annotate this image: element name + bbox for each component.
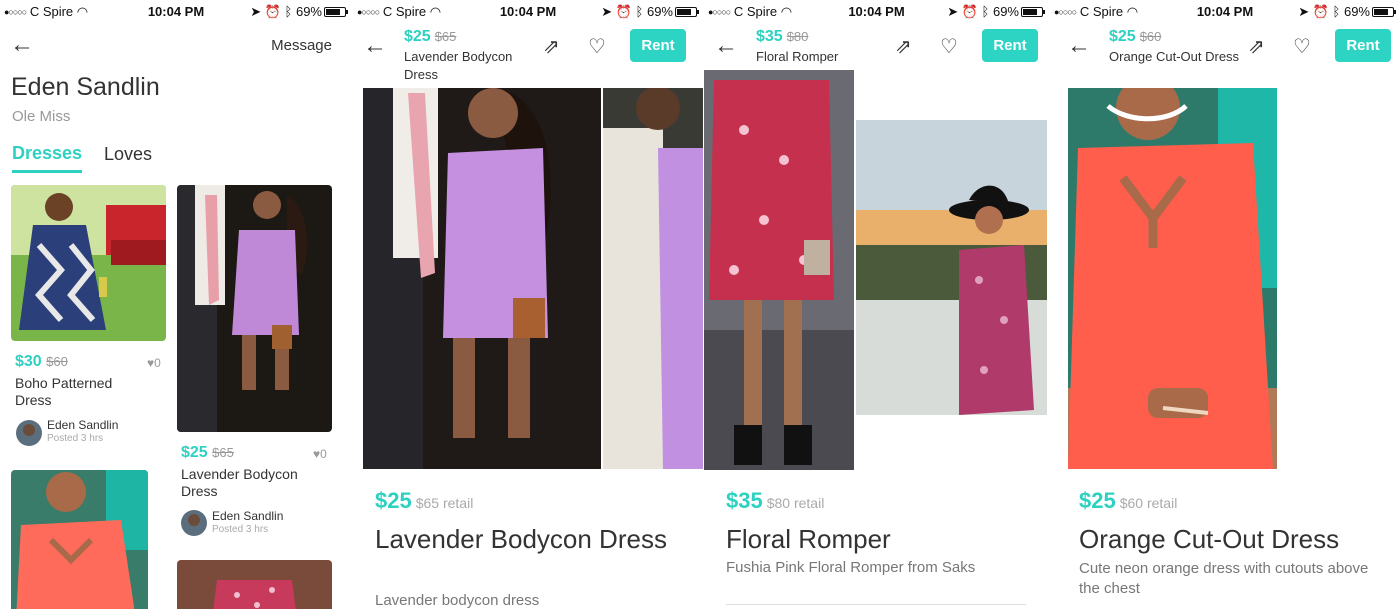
likes-count: ♥0 (147, 356, 161, 370)
item-description: Lavender bodycon dress (375, 592, 540, 609)
alarm-icon: ⏰ (615, 4, 632, 19)
tab-loves[interactable]: Loves (104, 144, 152, 165)
item-price: $35 $80 retail (726, 488, 825, 513)
battery-icon (324, 7, 348, 17)
detail-screen-lavender: ●○○○○ C Spire ◠ 10:04 PM ➤ ⏰ ᛒ 69% ← $25… (353, 0, 703, 609)
item-description: Fushia Pink Floral Romper from Saks (726, 559, 976, 576)
item-photo-orange[interactable] (11, 470, 148, 609)
battery-icon (675, 7, 699, 17)
battery-icon (1021, 7, 1045, 17)
alarm-icon: ⏰ (961, 4, 978, 19)
back-arrow-icon[interactable]: ← (714, 34, 738, 58)
item-price: $30 $60 (15, 353, 68, 370)
battery-percent: 69% (992, 4, 1019, 19)
avatar[interactable] (16, 420, 42, 446)
photo-carousel[interactable] (363, 88, 703, 469)
bluetooth-icon: ᛒ (284, 4, 293, 19)
rent-button[interactable]: Rent (982, 29, 1038, 62)
heart-outline-icon[interactable]: ♡ (940, 34, 958, 59)
original-price: $60 (46, 354, 68, 369)
share-icon[interactable]: ⇗ (895, 34, 912, 59)
original-price: $65 (434, 29, 457, 44)
header-title: Orange Cut-Out Dress (1109, 49, 1240, 64)
profile-screen: ●○○○○ C Spire ◠ 10:04 PM ➤ ⏰ ᛒ 69% ← Mes… (0, 0, 352, 609)
item-title: Lavender Bodycon Dress (375, 524, 667, 554)
original-price: $60 (1139, 29, 1162, 44)
item-price: $25 $65 retail (375, 488, 474, 513)
item-title[interactable]: Lavender Bodycon Dress (181, 466, 321, 500)
header-price: $25 $65 (404, 28, 457, 45)
header-price: $35 $80 (756, 28, 809, 45)
item-photo-lavender[interactable] (177, 185, 332, 432)
battery-percent: 69% (1343, 4, 1370, 19)
photo-carousel[interactable] (704, 70, 1049, 470)
bluetooth-icon: ᛒ (981, 4, 990, 19)
heart-outline-icon[interactable]: ♡ (588, 34, 606, 59)
location-icon: ➤ (601, 4, 613, 19)
message-button[interactable]: Message (271, 37, 332, 54)
profile-school: Ole Miss (12, 108, 71, 125)
detail-screen-orange: ●○○○○ C Spire ◠ 10:04 PM ➤ ⏰ ᛒ 69% ← $25… (1050, 0, 1400, 609)
alarm-icon: ⏰ (1312, 4, 1329, 19)
header-price: $25 $60 (1109, 28, 1162, 45)
item-title: Floral Romper (726, 524, 891, 554)
item-price: $25 $60 retail (1079, 488, 1178, 513)
header-title: Lavender Bodycon Dress (404, 49, 513, 82)
detail-screen-floral: ●○○○○ C Spire ◠ 10:04 PM ➤ ⏰ ᛒ 69% ← $35… (704, 0, 1049, 609)
profile-name: Eden Sandlin (11, 73, 160, 101)
status-bar: ●○○○○ C Spire ◠ 10:04 PM ➤ ⏰ ᛒ 69% (704, 0, 1049, 22)
original-price: $65 (212, 445, 234, 460)
battery-icon (1372, 7, 1396, 17)
back-arrow-icon[interactable]: ← (363, 34, 387, 58)
original-price: $80 (786, 29, 809, 44)
alarm-icon: ⏰ (264, 4, 281, 19)
bluetooth-icon: ᛒ (635, 4, 644, 19)
battery-percent: 69% (295, 4, 322, 19)
status-bar: ●○○○○ C Spire ◠ 10:04 PM ➤ ⏰ ᛒ 69% (1050, 0, 1400, 22)
item-photo-boho[interactable] (11, 185, 166, 341)
status-bar: ●○○○○ C Spire ◠ 10:04 PM ➤ ⏰ ᛒ 69% (353, 0, 703, 22)
tab-underline (12, 170, 82, 173)
item-photo-floral[interactable] (177, 560, 332, 609)
divider (726, 604, 1026, 605)
location-icon: ➤ (250, 4, 262, 19)
item-description: Cute neon orange dress with cutouts abov… (1079, 560, 1369, 597)
seller-name[interactable]: Eden Sandlin (212, 509, 283, 523)
battery-percent: 69% (646, 4, 673, 19)
header-title: Floral Romper (756, 49, 839, 64)
retail-price: $60 retail (1119, 495, 1178, 511)
status-bar: ●○○○○ C Spire ◠ 10:04 PM ➤ ⏰ ᛒ 69% (0, 0, 352, 22)
posted-time: Posted 3 hrs (212, 524, 269, 535)
photo-carousel[interactable] (1068, 88, 1277, 469)
item-price: $25 $65 (181, 444, 234, 461)
rent-button[interactable]: Rent (630, 29, 686, 62)
rent-button[interactable]: Rent (1335, 29, 1391, 62)
location-icon: ➤ (1298, 4, 1310, 19)
location-icon: ➤ (947, 4, 959, 19)
share-icon[interactable]: ⇗ (1248, 34, 1265, 59)
avatar[interactable] (181, 510, 207, 536)
back-arrow-icon[interactable]: ← (10, 33, 34, 57)
posted-time: Posted 3 hrs (47, 433, 104, 444)
seller-name[interactable]: Eden Sandlin (47, 418, 118, 432)
bluetooth-icon: ᛒ (1332, 4, 1341, 19)
back-arrow-icon[interactable]: ← (1067, 34, 1091, 58)
retail-price: $65 retail (415, 495, 474, 511)
share-icon[interactable]: ⇗ (543, 34, 560, 59)
item-title: Orange Cut-Out Dress (1079, 524, 1340, 554)
heart-outline-icon[interactable]: ♡ (1293, 34, 1311, 59)
retail-price: $80 retail (766, 495, 825, 511)
item-title[interactable]: Boho Patterned Dress (15, 375, 145, 409)
tab-dresses[interactable]: Dresses (12, 143, 82, 164)
likes-count: ♥0 (313, 447, 327, 461)
